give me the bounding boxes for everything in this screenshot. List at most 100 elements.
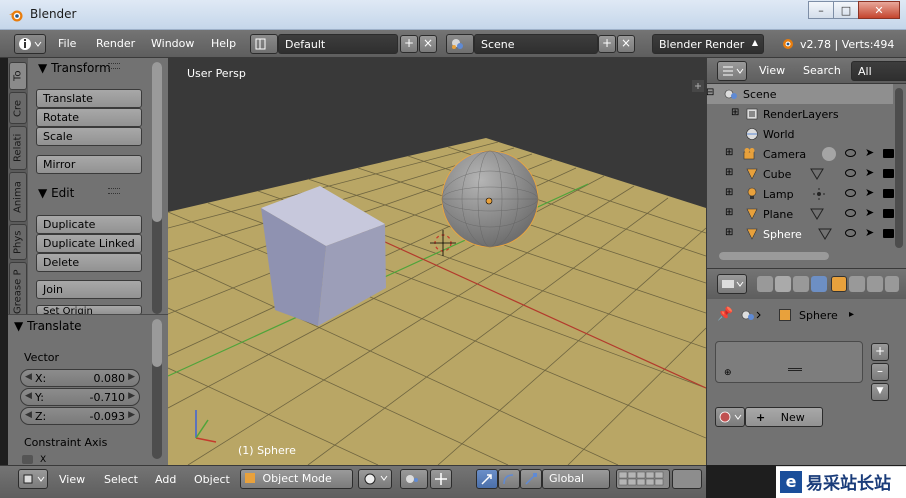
tab-create[interactable]: Cre: [9, 92, 27, 124]
outliner-row-world[interactable]: World: [707, 124, 893, 144]
menu-select[interactable]: Select: [104, 473, 138, 486]
world-tab-icon[interactable]: [811, 276, 827, 292]
expand-plus-icon[interactable]: ⊞: [725, 187, 733, 198]
orientation-dropdown[interactable]: Global: [542, 469, 610, 489]
menu-file[interactable]: File: [58, 37, 76, 50]
resize-handle-icon[interactable]: [788, 368, 802, 371]
duplicate-linked-button[interactable]: Duplicate Linked: [36, 234, 142, 253]
menu-object[interactable]: Object: [194, 473, 230, 486]
display-mode-dropdown[interactable]: All Scen: [851, 61, 906, 81]
expand-plus-icon[interactable]: ⊞: [725, 227, 733, 238]
outliner-row-scene[interactable]: ⊟ Scene: [706, 84, 893, 104]
material-slot-list[interactable]: ⊕: [715, 341, 863, 383]
properties-editor-type-button[interactable]: [717, 274, 747, 294]
material-browse-button[interactable]: [715, 407, 745, 427]
viewport-scene[interactable]: [168, 58, 706, 465]
minimize-button[interactable]: –: [808, 1, 834, 19]
modifiers-tab-icon[interactable]: [867, 276, 883, 292]
screen-layout-icon-button[interactable]: [250, 34, 278, 54]
eye-icon[interactable]: [845, 189, 856, 197]
translate-button[interactable]: Translate: [36, 89, 142, 108]
constraints-tab-icon[interactable]: [849, 276, 865, 292]
edit-panel-header[interactable]: ▼ Edit: [38, 186, 74, 200]
drag-grip-icon[interactable]: [108, 63, 120, 69]
decrement-arrow-icon[interactable]: ◀: [25, 410, 32, 420]
eye-icon[interactable]: [845, 209, 856, 217]
expand-plus-icon[interactable]: ⊞: [731, 107, 739, 118]
slot-menu-arrow-icon[interactable]: ▼: [871, 383, 889, 401]
tab-animation[interactable]: Anima: [9, 172, 27, 222]
cursor-select-icon[interactable]: ➤: [865, 146, 874, 159]
add-screen-icon[interactable]: +: [400, 35, 418, 53]
data-tab-icon[interactable]: [885, 276, 899, 292]
render-layers-tab-icon[interactable]: [775, 276, 791, 292]
object-tab-icon[interactable]: [831, 276, 847, 292]
add-scene-icon[interactable]: +: [598, 35, 616, 53]
drag-grip-icon[interactable]: [108, 188, 120, 194]
scale-manipulator-button[interactable]: [520, 469, 542, 489]
render-camera-icon[interactable]: [883, 229, 894, 238]
maximize-button[interactable]: □: [833, 1, 859, 19]
menu-view[interactable]: View: [59, 473, 85, 486]
cursor-select-icon[interactable]: ➤: [865, 226, 874, 239]
render-engine-dropdown[interactable]: Blender Render ▲: [652, 34, 764, 54]
cursor-select-icon[interactable]: ➤: [865, 186, 874, 199]
screen-layout-field[interactable]: Default: [278, 34, 398, 54]
render-camera-icon[interactable]: [883, 169, 894, 178]
cursor-select-icon[interactable]: ➤: [865, 166, 874, 179]
vector-y-field[interactable]: ◀ Y: -0.710 ▶: [20, 388, 140, 406]
new-material-button[interactable]: + New: [745, 407, 823, 427]
pivot-point-dropdown[interactable]: [400, 469, 428, 489]
layer-buttons[interactable]: [616, 469, 670, 489]
rotate-manipulator-button[interactable]: [498, 469, 520, 489]
constraint-x-checkbox[interactable]: [22, 455, 33, 464]
increment-arrow-icon[interactable]: ▶: [128, 372, 135, 382]
expand-plus-icon[interactable]: ⊞: [725, 147, 733, 158]
expand-plus-icon[interactable]: ⊞: [725, 167, 733, 178]
delete-button[interactable]: Delete: [36, 253, 142, 272]
render-tab-icon[interactable]: [757, 276, 773, 292]
render-camera-icon[interactable]: [883, 149, 894, 158]
translate-manipulator-button[interactable]: [476, 469, 498, 489]
shading-dropdown[interactable]: [358, 469, 392, 489]
region-toggle-icon[interactable]: [692, 80, 704, 92]
tab-relations[interactable]: Relati: [9, 126, 27, 170]
increment-arrow-icon[interactable]: ▶: [128, 391, 135, 401]
redo-panel-scrollbar[interactable]: [152, 319, 162, 459]
layer-buttons-2[interactable]: [672, 469, 702, 489]
tab-grease-pencil[interactable]: Grease P: [9, 262, 27, 322]
add-slot-icon[interactable]: +: [871, 343, 889, 361]
outliner-h-scrollbar[interactable]: [719, 252, 829, 260]
tool-shelf-scrollbar[interactable]: [152, 62, 162, 314]
tool-shelf-scroll-thumb[interactable]: [152, 62, 162, 222]
menu-add[interactable]: Add: [155, 473, 176, 486]
render-camera-icon[interactable]: [883, 189, 894, 198]
scale-button[interactable]: Scale: [36, 127, 142, 146]
eye-icon[interactable]: [845, 229, 856, 237]
outliner-v-scrollbar[interactable]: [895, 88, 903, 248]
redo-panel-scroll-thumb[interactable]: [152, 319, 162, 367]
tab-tools[interactable]: To: [9, 62, 27, 90]
outliner-h-scroll-thumb[interactable]: [719, 252, 829, 260]
decrement-arrow-icon[interactable]: ◀: [25, 391, 32, 401]
pin-icon[interactable]: 📌: [717, 307, 733, 322]
mode-dropdown[interactable]: Object Mode: [240, 469, 353, 489]
scene-field[interactable]: Scene: [474, 34, 598, 54]
duplicate-button[interactable]: Duplicate: [36, 215, 142, 234]
close-button[interactable]: ✕: [858, 1, 900, 19]
vector-x-field[interactable]: ◀ X: 0.080 ▶: [20, 369, 140, 387]
transform-panel-header[interactable]: ▼ Transform: [38, 61, 111, 75]
scene-icon-button[interactable]: [446, 34, 474, 54]
tab-physics[interactable]: Phys: [9, 224, 27, 260]
remove-scene-icon[interactable]: ×: [617, 35, 635, 53]
vector-z-field[interactable]: ◀ Z: -0.093 ▶: [20, 407, 140, 425]
menu-help[interactable]: Help: [211, 37, 236, 50]
expand-plus-icon[interactable]: ⊞: [725, 207, 733, 218]
mirror-button[interactable]: Mirror: [36, 155, 142, 174]
increment-arrow-icon[interactable]: ▶: [128, 410, 135, 420]
3d-viewport[interactable]: User Persp (1) Sphere: [168, 58, 706, 465]
join-button[interactable]: Join: [36, 280, 142, 299]
outliner-editor-type-button[interactable]: [717, 61, 747, 81]
menu-render[interactable]: Render: [96, 37, 135, 50]
editor-type-button[interactable]: [14, 34, 46, 54]
